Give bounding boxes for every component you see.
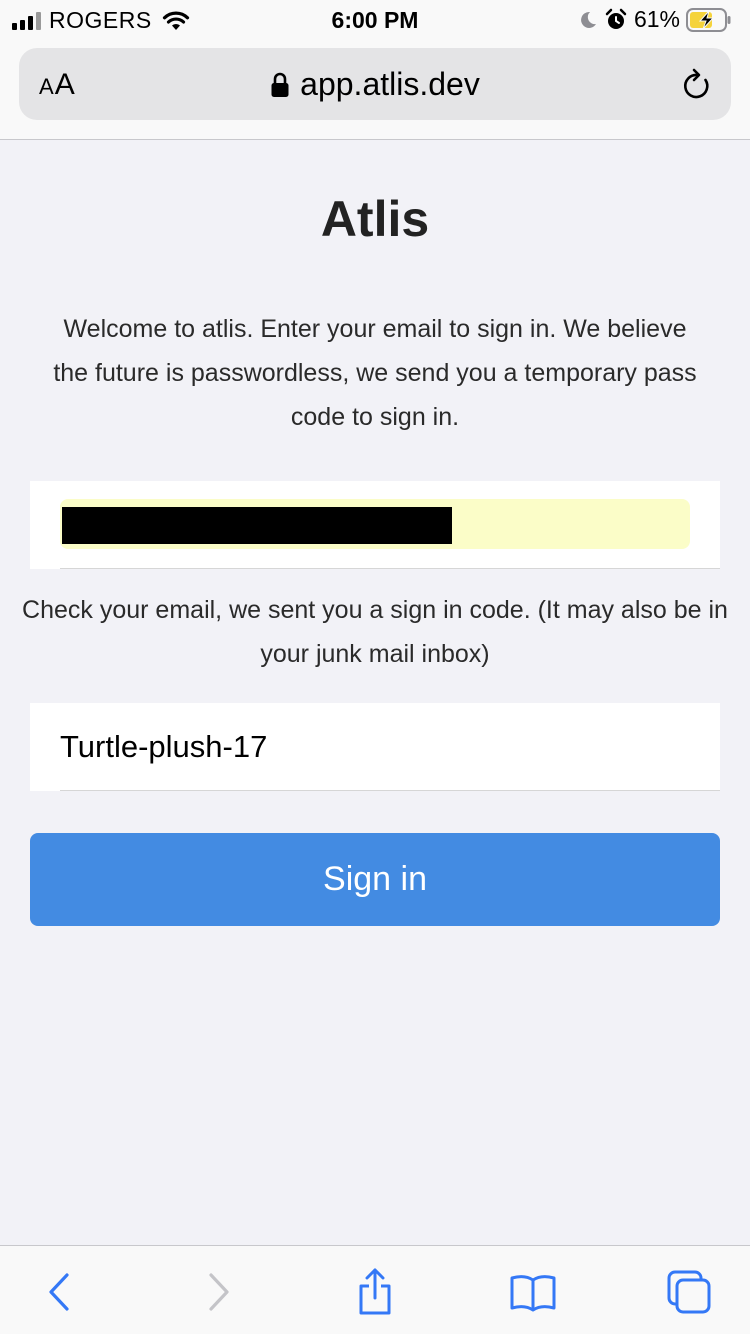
tabs-icon xyxy=(667,1270,711,1314)
tabs-button[interactable] xyxy=(664,1268,714,1316)
sign-in-button[interactable]: Sign in xyxy=(30,833,720,926)
back-button[interactable] xyxy=(34,1268,84,1316)
bookmarks-button[interactable] xyxy=(508,1268,558,1316)
welcome-text: Welcome to atlis. Enter your email to si… xyxy=(53,315,697,431)
address-bar[interactable]: AA app.atlis.dev xyxy=(19,48,731,120)
code-divider xyxy=(60,790,720,791)
reload-button[interactable] xyxy=(681,68,713,107)
status-right: 61% xyxy=(578,6,732,33)
battery-charging-icon xyxy=(686,7,731,32)
url-text: app.atlis.dev xyxy=(300,66,480,102)
moon-icon xyxy=(581,11,596,28)
share-icon xyxy=(359,1268,391,1315)
email-divider xyxy=(60,568,720,569)
battery-percent: 61% xyxy=(633,6,680,32)
back-icon xyxy=(49,1273,69,1311)
browser-toolbar xyxy=(0,1245,750,1334)
sign-in-code-field[interactable] xyxy=(60,721,690,773)
lock-icon xyxy=(271,72,289,97)
email-field-row xyxy=(30,481,720,569)
reload-icon xyxy=(683,68,709,99)
forward-icon xyxy=(209,1273,229,1311)
bookmarks-icon xyxy=(510,1275,556,1312)
alarm-icon xyxy=(605,8,627,29)
forward-button[interactable] xyxy=(194,1268,244,1316)
url-display[interactable]: app.atlis.dev xyxy=(19,66,731,103)
page-title: Atlis xyxy=(320,191,430,247)
code-field-row xyxy=(30,703,720,791)
share-button[interactable] xyxy=(350,1268,400,1316)
redacted-email xyxy=(62,507,452,544)
status-bar: ROGERS 6:00 PM 61% xyxy=(0,0,750,40)
browser-address-area: AA app.atlis.dev xyxy=(0,40,750,140)
check-email-text: Check your email, we sent you a sign in … xyxy=(22,596,728,668)
